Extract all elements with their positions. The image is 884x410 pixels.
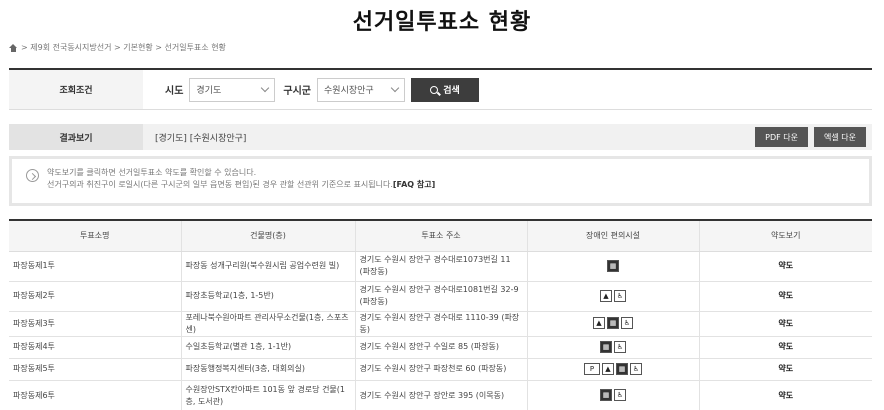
gu-select[interactable]: 수원시장안구 — [317, 77, 406, 102]
result-label: 결과보기 — [9, 124, 143, 150]
cell-address: 경기도 수원시 장안구 장안로 395 (이목동) — [354, 380, 527, 410]
cell-address: 경기도 수원시 장안구 경수대로 1110-39 (파장동) — [354, 311, 527, 337]
table-row: 파장동제5투 파장동행정복지센터(3층, 대회의실) 경기도 수원시 장안구 파장천… — [9, 358, 872, 381]
chevron-down-icon — [390, 83, 400, 93]
wheelchair-icon: ♿ — [621, 317, 633, 330]
elevator-icon: ▦ — [607, 259, 619, 272]
map-link[interactable]: 약도 — [698, 336, 872, 359]
cell-address: 경기도 수원시 장안구 경수대로1073번길 11 (파장동) — [354, 251, 527, 282]
elevator-icon: ▦ — [600, 340, 612, 353]
cell-facilities: ▦ — [526, 251, 699, 282]
map-link[interactable]: 약도 — [698, 251, 872, 282]
cell-address: 경기도 수원시 장안구 경수대로1081번길 32-9 (파장동) — [354, 281, 527, 312]
cell-station-name: 파장동제4투 — [9, 336, 181, 359]
map-link[interactable]: 약도 — [698, 380, 872, 410]
search-button-label: 검색 — [443, 86, 460, 96]
search-panel: 조회조건 시도 경기도 구시군 수원시장안구 검색 — [9, 68, 872, 110]
table-row: 파장동제3투 포레나북수원아파트 관리사무소건물(1층, 스포츠센) 경기도 수원시… — [9, 311, 872, 337]
ramp-icon: ▲ — [602, 362, 614, 375]
pdf-download-button[interactable]: PDF 다운 — [755, 127, 809, 147]
cell-building: 파장동행정복지센터(3층, 대회의실) — [180, 358, 355, 381]
table-row: 파장동제4투 수일초등학교(별관 1층, 1-1반) 경기도 수원시 장안구 수일로… — [9, 336, 872, 359]
excel-download-button[interactable]: 엑셀 다운 — [814, 127, 866, 147]
chevron-right-circle-icon — [26, 169, 39, 182]
cell-facilities: ▦ ♿ — [526, 336, 699, 359]
sido-label: 시도 — [165, 86, 184, 97]
cell-facilities: ▦ ♿ — [526, 380, 699, 410]
ramp-icon: ▲ — [600, 289, 612, 302]
cell-building: 수원장안STX칸아파트 101동 앞 경로당 건물(1층, 도서관) — [180, 380, 355, 410]
search-panel-label: 조회조건 — [9, 70, 143, 109]
cell-building: 파장동 성개구리원(북수원시립 공업수련원 빌) — [180, 251, 355, 282]
map-link[interactable]: 약도 — [698, 281, 872, 312]
chevron-down-icon — [261, 83, 270, 93]
gu-label: 구시군 — [283, 86, 312, 97]
header-address: 투표소 주소 — [354, 220, 527, 252]
header-station-name: 투표소명 — [9, 220, 181, 252]
table-row: 파장동제6투 수원장안STX칸아파트 101동 앞 경로당 건물(1층, 도서관)… — [9, 380, 872, 410]
cell-address: 경기도 수원시 장안구 수일로 85 (파장동) — [354, 336, 527, 359]
home-icon[interactable] — [9, 43, 18, 52]
cell-building: 수일초등학교(별관 1층, 1-1반) — [180, 336, 355, 359]
header-map: 약도보기 — [698, 220, 872, 252]
polling-station-table: 투표소명 건물명(층) 투표소 주소 장애인 편의시설 약도보기 파장동제1투 파… — [9, 219, 872, 410]
cell-station-name: 파장동제5투 — [9, 358, 181, 381]
search-icon — [430, 85, 439, 94]
header-building: 건물명(층) — [180, 220, 355, 252]
wheelchair-icon: ♿ — [614, 340, 626, 353]
breadcrumb: > 제9회 전국동시지방선거 > 기본현황 > 선거일투표소 현황 — [9, 42, 226, 53]
table-row: 파장동제1투 파장동 성개구리원(북수원시립 공업수련원 빌) 경기도 수원시 장안… — [9, 251, 872, 282]
wheelchair-icon: ♿ — [614, 389, 626, 402]
result-bar: 결과보기 [경기도] [수원시장안구] PDF 다운 엑셀 다운 — [9, 124, 872, 150]
cell-facilities: ▲ ♿ — [526, 281, 699, 312]
elevator-icon: ▦ — [616, 362, 628, 375]
gu-select-value: 수원시장안구 — [324, 86, 374, 96]
cell-facilities: P ▲ ▦ ♿ — [526, 358, 699, 381]
result-value: [경기도] [수원시장안구] — [155, 133, 247, 144]
cell-station-name: 파장동제6투 — [9, 380, 181, 410]
cell-station-name: 파장동제1투 — [9, 251, 181, 282]
cell-building: 파장초등학교(1층, 1-5반) — [180, 281, 355, 312]
map-link[interactable]: 약도 — [698, 358, 872, 381]
page-title: 선거일투표소 현황 — [352, 10, 532, 35]
faq-link[interactable]: [FAQ 참고] — [393, 180, 435, 189]
cell-station-name: 파장동제2투 — [9, 281, 181, 312]
parking-icon: P — [584, 362, 600, 375]
notice-box: 약도보기를 클릭하면 선거일투표소 약도를 확인할 수 있습니다. 선거구의과 … — [9, 156, 872, 206]
ramp-icon: ▲ — [593, 317, 605, 330]
notice-line-2: 선거구의과 취진구이 로일시(다른 구시군의 일부 읍면동 편입)된 경우 관할… — [47, 179, 435, 191]
cell-building: 포레나북수원아파트 관리사무소건물(1층, 스포츠센) — [180, 311, 355, 337]
cell-facilities: ▲ ▦ ♿ — [526, 311, 699, 337]
table-header-row: 투표소명 건물명(층) 투표소 주소 장애인 편의시설 약도보기 — [9, 220, 872, 252]
notice-line-1: 약도보기를 클릭하면 선거일투표소 약도를 확인할 수 있습니다. — [47, 168, 257, 177]
wheelchair-icon: ♿ — [630, 362, 642, 375]
sido-select[interactable]: 경기도 — [189, 77, 276, 102]
breadcrumb-text: > 제9회 전국동시지방선거 > 기본현황 > 선거일투표소 현황 — [21, 43, 226, 52]
notice-text: 약도보기를 클릭하면 선거일투표소 약도를 확인할 수 있습니다. 선거구의과 … — [47, 167, 435, 195]
elevator-icon: ▦ — [600, 389, 612, 402]
table-body: 파장동제1투 파장동 성개구리원(북수원시립 공업수련원 빌) 경기도 수원시 장안… — [9, 251, 872, 410]
wheelchair-icon: ♿ — [614, 289, 626, 302]
sido-select-value: 경기도 — [196, 86, 222, 96]
notice-line-2-text: 선거구의과 취진구이 로일시(다른 구시군의 일부 읍면동 편입)된 경우 관할… — [47, 180, 393, 189]
map-link[interactable]: 약도 — [698, 311, 872, 337]
search-button[interactable]: 검색 — [411, 77, 480, 102]
header-facilities: 장애인 편의시설 — [526, 220, 699, 252]
cell-address: 경기도 수원시 장안구 파장천로 60 (파장동) — [354, 358, 527, 381]
table-row: 파장동제2투 파장초등학교(1층, 1-5반) 경기도 수원시 장안구 경수대로10… — [9, 281, 872, 312]
elevator-icon: ▦ — [607, 317, 619, 330]
cell-station-name: 파장동제3투 — [9, 311, 181, 337]
